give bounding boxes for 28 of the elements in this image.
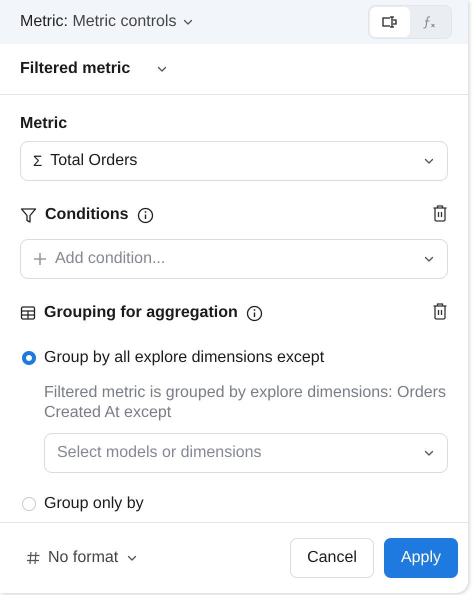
filter-icon [20, 206, 37, 224]
delete-icon[interactable] [432, 204, 448, 222]
plus-icon [33, 252, 47, 266]
hash-icon [26, 551, 40, 565]
dimension-select[interactable]: Select models or dimensions [44, 433, 448, 473]
info-icon[interactable] [136, 206, 154, 224]
section-title: Grouping for aggregation [44, 304, 238, 322]
cancel-button[interactable]: Cancel [290, 538, 374, 578]
sum-icon: Σ [33, 152, 42, 170]
metric-select[interactable]: Σ Total Orders [20, 141, 448, 181]
formula-icon [422, 14, 438, 30]
format-dropdown[interactable]: No format [26, 549, 138, 567]
mode-toggle[interactable] [370, 7, 410, 37]
info-icon[interactable] [246, 304, 263, 322]
apply-button[interactable]: Apply [384, 538, 458, 578]
description-text: Filtered metric is grouped by explore dimensions: Orders Created At except [44, 383, 447, 423]
field-toggle-icon [381, 14, 399, 30]
radio-label[interactable]: Group only by [44, 495, 144, 513]
metric-title[interactable]: Metric: Metric controls [20, 13, 176, 31]
metric-type-dropdown[interactable]: Filtered metric [20, 60, 130, 78]
radio-button[interactable] [22, 497, 36, 511]
field-label: Metric [20, 115, 68, 133]
delete-icon[interactable] [432, 302, 448, 320]
radio-label[interactable]: Group by all explore dimensions except [44, 349, 324, 367]
condition-select[interactable]: Add condition... [20, 239, 448, 279]
table-icon [20, 305, 36, 321]
radio-button[interactable] [22, 351, 36, 365]
section-title: Conditions [45, 206, 129, 224]
